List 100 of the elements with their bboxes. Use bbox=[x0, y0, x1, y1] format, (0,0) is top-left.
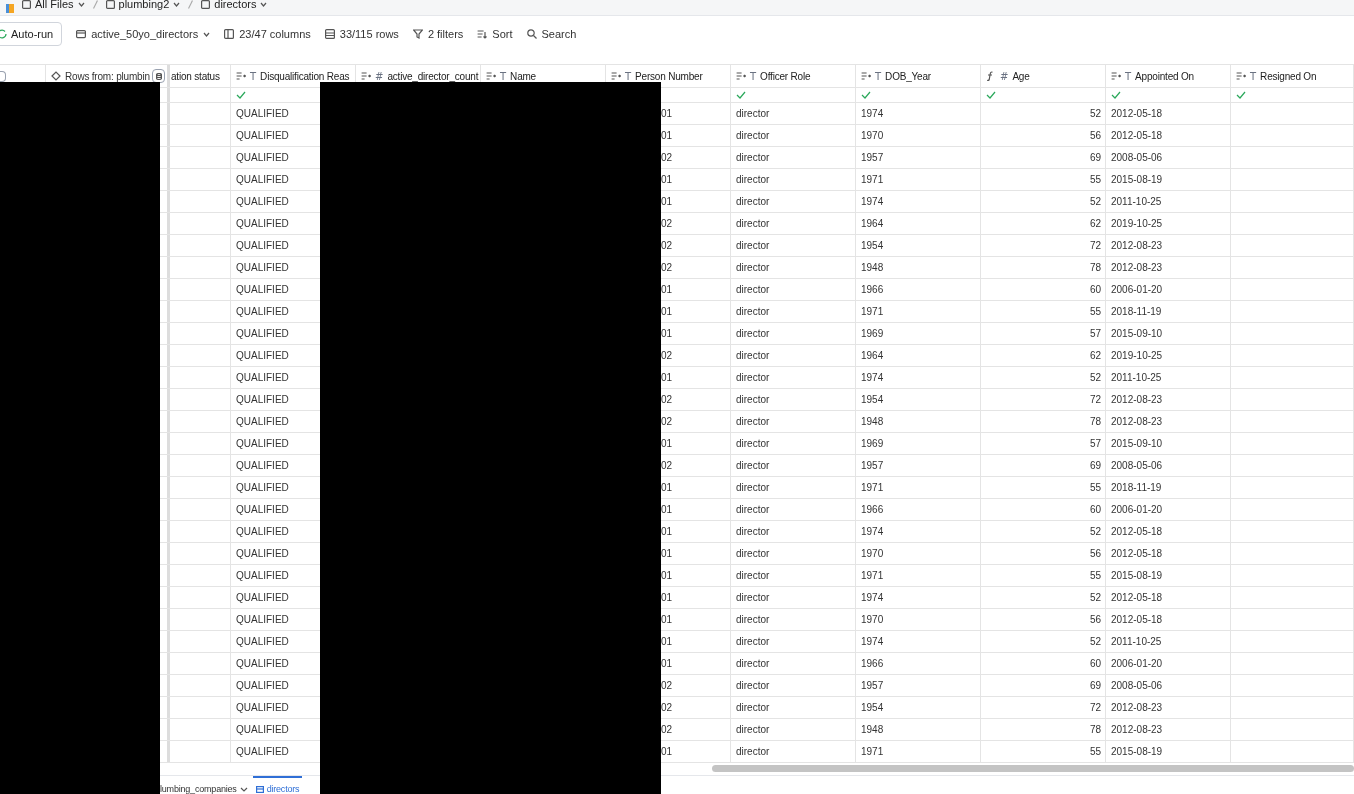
table-cell-text: 02 bbox=[661, 723, 673, 737]
table-cell-text: 01 bbox=[661, 503, 673, 517]
table-cell-text: 01 bbox=[661, 657, 673, 671]
table-cell-text: 69 bbox=[1089, 459, 1101, 473]
list-sort-icon bbox=[486, 71, 496, 81]
table-cell-text: QUALIFIED bbox=[236, 173, 289, 187]
type-glyph: T bbox=[625, 69, 632, 84]
table-cell-text: director bbox=[736, 701, 770, 715]
table-cell-text: QUALIFIED bbox=[236, 107, 289, 121]
table-cell-text: director bbox=[736, 459, 770, 473]
table-cell-text: 2015-08-19 bbox=[1111, 745, 1163, 759]
table-cell-text: 02 bbox=[661, 151, 673, 165]
column-header[interactable]: Disqualification Reas bbox=[260, 68, 350, 84]
column-header[interactable]: Officer Role bbox=[760, 68, 811, 84]
table-cell-text: 1966 bbox=[861, 283, 884, 297]
table-cell-text: 02 bbox=[661, 701, 673, 715]
rows-button[interactable]: 33/115 rows bbox=[324, 25, 399, 43]
breadcrumb-link[interactable]: All Files bbox=[22, 0, 85, 10]
sort-button[interactable]: Sort bbox=[477, 25, 513, 43]
breadcrumb-link[interactable]: directors bbox=[201, 0, 268, 10]
column-header[interactable]: Name bbox=[510, 68, 536, 84]
table-cell-text: director bbox=[736, 107, 770, 121]
table-cell-text: QUALIFIED bbox=[236, 459, 289, 473]
table-cell-text: 01 bbox=[661, 129, 673, 143]
table-cell-text: QUALIFIED bbox=[236, 151, 289, 165]
table-cell-text: 1966 bbox=[861, 657, 884, 671]
table-cell-text: 55 bbox=[1089, 481, 1101, 495]
column-header[interactable]: Resigned On bbox=[1260, 68, 1317, 84]
chevron-down-icon bbox=[173, 2, 181, 7]
auto-run-button[interactable]: Auto-run bbox=[0, 22, 63, 46]
table-cell-text: 01 bbox=[661, 481, 673, 495]
table-cell-text: 2011-10-25 bbox=[1111, 371, 1162, 385]
table-cell-text: 2015-08-19 bbox=[1111, 569, 1163, 583]
table-cell-text: 01 bbox=[661, 283, 673, 297]
table-cell-text: 52 bbox=[1089, 107, 1101, 121]
table-cell-text: 72 bbox=[1089, 393, 1101, 407]
table-cell-text: director bbox=[736, 525, 770, 539]
table-cell-text: 55 bbox=[1089, 173, 1101, 187]
sheet-tab[interactable]: directors bbox=[252, 776, 303, 794]
filter-icon bbox=[412, 29, 423, 39]
table-cell-text: 2011-10-25 bbox=[1111, 195, 1162, 209]
columns-button[interactable]: 23/47 columns bbox=[224, 25, 311, 43]
table-cell-text: director bbox=[736, 349, 770, 363]
column-header[interactable]: ation status bbox=[171, 68, 220, 84]
table-cell-text: 1964 bbox=[861, 349, 884, 363]
table-cell-text: 02 bbox=[661, 459, 673, 473]
database-button[interactable] bbox=[152, 69, 165, 83]
table-cell-text: QUALIFIED bbox=[236, 415, 289, 429]
column-header[interactable]: Age bbox=[1012, 68, 1030, 84]
list-sort-icon bbox=[236, 71, 246, 81]
table-cell-text: director bbox=[736, 635, 770, 649]
table-cell-text: 2018-11-19 bbox=[1111, 481, 1162, 495]
table-cell-text: 2015-08-19 bbox=[1111, 173, 1163, 187]
breadcrumb-link[interactable]: plumbing2 bbox=[105, 0, 181, 10]
table-cell-text: 72 bbox=[1089, 701, 1101, 715]
table-cell-text: 2019-10-25 bbox=[1111, 217, 1163, 231]
table-cell-text: 02 bbox=[661, 239, 673, 253]
view-dropdown[interactable]: active_50yo_directors bbox=[76, 25, 211, 43]
table-cell-text: 02 bbox=[661, 393, 673, 407]
table-cell-text: 56 bbox=[1089, 129, 1101, 143]
filters-button[interactable]: 2 filters bbox=[412, 25, 464, 43]
table-cell-text: 56 bbox=[1089, 547, 1101, 561]
type-glyph: T bbox=[750, 69, 757, 84]
table-cell-text: 01 bbox=[661, 745, 673, 759]
table-cell-text: 1974 bbox=[861, 195, 884, 209]
table-cell-text: director bbox=[736, 679, 770, 693]
sheet-tab[interactable]: lumbing_companies bbox=[160, 776, 251, 794]
column-header[interactable]: DOB_Year bbox=[885, 68, 931, 84]
type-glyph: T bbox=[1125, 69, 1132, 84]
search-button[interactable]: Search bbox=[526, 25, 577, 43]
table-cell-text: QUALIFIED bbox=[236, 437, 289, 451]
table-cell-text: 2012-08-23 bbox=[1111, 393, 1163, 407]
table-cell-text: QUALIFIED bbox=[236, 371, 289, 385]
table-cell-text: 60 bbox=[1089, 283, 1101, 297]
column-header[interactable]: Rows from: plumbin bbox=[65, 68, 150, 84]
rows-icon bbox=[324, 29, 335, 39]
list-sort-icon bbox=[1111, 71, 1121, 81]
table-cell-text: 78 bbox=[1089, 723, 1101, 737]
table-cell-text: QUALIFIED bbox=[236, 349, 289, 363]
table-cell-text: director bbox=[736, 195, 770, 209]
scrollbar-thumb[interactable] bbox=[712, 765, 1354, 772]
database-icon bbox=[155, 72, 162, 80]
table-cell-text: 62 bbox=[1089, 217, 1101, 231]
table-cell-text: 2012-08-23 bbox=[1111, 723, 1163, 737]
table-cell-text: QUALIFIED bbox=[236, 393, 289, 407]
table-cell-text: QUALIFIED bbox=[236, 195, 289, 209]
table-cell-text: 2012-05-18 bbox=[1111, 107, 1163, 121]
table-cell-text: 1948 bbox=[861, 261, 884, 275]
table-cell-text: 01 bbox=[661, 613, 673, 627]
table-cell-text: QUALIFIED bbox=[236, 481, 289, 495]
column-header[interactable]: Appointed On bbox=[1135, 68, 1194, 84]
table-cell-text: 1970 bbox=[861, 613, 884, 627]
column-header[interactable]: Person Number bbox=[635, 68, 703, 84]
column-header[interactable]: active_director_count bbox=[387, 68, 479, 84]
table-cell-text: 1970 bbox=[861, 129, 884, 143]
table-cell-text: 1957 bbox=[861, 679, 884, 693]
select-all-checkbox[interactable] bbox=[0, 70, 6, 82]
table-cell-text: 55 bbox=[1089, 745, 1101, 759]
table-cell-text: 2006-01-20 bbox=[1111, 283, 1163, 297]
table-cell-text: 69 bbox=[1089, 679, 1101, 693]
